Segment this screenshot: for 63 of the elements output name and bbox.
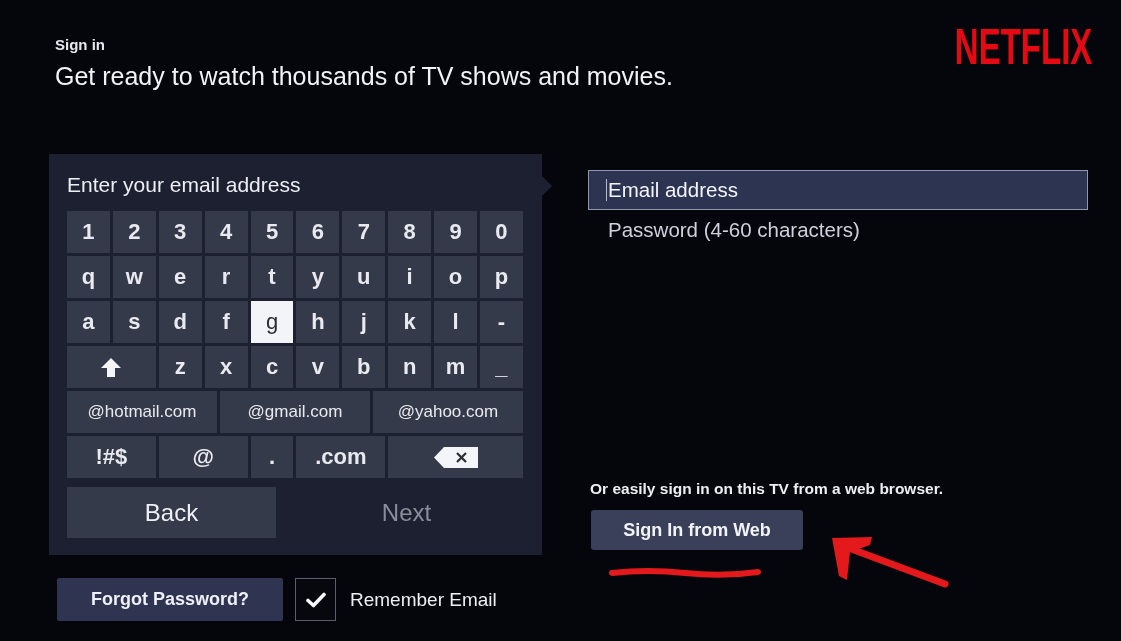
keyboard-key[interactable]: . [250, 436, 294, 478]
keyboard-title: Enter your email address [67, 172, 301, 198]
keyboard-key[interactable]: o [434, 256, 477, 298]
brand-logo: NETFLIX [954, 27, 1092, 67]
keyboard-key[interactable]: d [158, 301, 202, 343]
keyboard-key[interactable]: a [67, 301, 110, 343]
keyboard-key[interactable]: j [342, 301, 386, 343]
input-field[interactable]: Password (4-60 characters) [588, 210, 1088, 250]
keyboard-key[interactable]: c [250, 346, 294, 388]
keyboard-key[interactable]: !#$ [67, 436, 156, 478]
keyboard-action-button[interactable]: Back [67, 487, 276, 538]
keyboard-key[interactable]: - [480, 301, 523, 343]
keyboard-key[interactable]: @ [158, 436, 248, 478]
keyboard-key[interactable]: s [112, 301, 156, 343]
keyboard-key[interactable]: i [388, 256, 432, 298]
keyboard-key[interactable]: f [204, 301, 248, 343]
keyboard-key[interactable]: @yahoo.com [372, 391, 523, 433]
backspace-icon [433, 446, 478, 468]
web-sign-in-text: Or easily sign in on this TV from a web browser. [590, 480, 944, 498]
checkmark-icon [305, 591, 326, 608]
keyboard-key[interactable]: _ [480, 346, 523, 388]
keyboard-key[interactable]: 2 [112, 211, 156, 253]
keyboard-key[interactable]: 8 [388, 211, 432, 253]
keyboard-key[interactable]: e [158, 256, 202, 298]
keyboard-key[interactable]: z [158, 346, 202, 388]
keyboard-key[interactable]: y [296, 256, 340, 298]
forgot-password-button[interactable]: Forgot Password? [57, 578, 283, 621]
keyboard-key[interactable]: 5 [250, 211, 294, 253]
text-cursor-icon [606, 179, 607, 201]
keyboard-key[interactable]: r [204, 256, 248, 298]
page-heading: Get ready to watch thousands of TV shows and movies. [55, 62, 673, 90]
keyboard-key[interactable]: 9 [434, 211, 477, 253]
keyboard-key[interactable]: l [434, 301, 477, 343]
keyboard-key[interactable]: 4 [204, 211, 248, 253]
keyboard-key[interactable]: .com [296, 436, 386, 478]
keyboard-key[interactable]: 7 [342, 211, 386, 253]
keyboard-key[interactable]: 6 [296, 211, 340, 253]
keyboard-key[interactable]: p [480, 256, 523, 298]
checkbox[interactable] [295, 578, 336, 621]
keyboard-key[interactable]: @gmail.com [220, 391, 370, 433]
keyboard-key[interactable]: q [67, 256, 110, 298]
keyboard-key[interactable]: w [112, 256, 156, 298]
keyboard-key[interactable]: n [388, 346, 432, 388]
keyboard-key[interactable]: m [434, 346, 478, 388]
remember-email-label: Remember Email [350, 588, 497, 611]
keyboard-key[interactable]: 3 [158, 211, 202, 253]
shift-key[interactable] [67, 346, 156, 388]
keyboard-key[interactable]: h [296, 301, 340, 343]
shift-icon [101, 357, 122, 377]
sign-in-from-web-button[interactable]: Sign In from Web [591, 510, 803, 550]
keyboard-key[interactable]: @hotmail.com [67, 391, 217, 433]
page-subtitle: Sign in [55, 36, 105, 54]
keyboard-key[interactable]: x [204, 346, 248, 388]
input-field[interactable]: Email address [588, 170, 1088, 210]
keyboard-key[interactable]: t [250, 256, 294, 298]
keyboard-key[interactable]: g [250, 301, 294, 343]
keyboard-key[interactable]: k [388, 301, 432, 343]
keyboard-key[interactable]: v [296, 346, 340, 388]
keyboard-key[interactable]: b [342, 346, 386, 388]
backspace-key[interactable] [388, 436, 523, 478]
keyboard-key[interactable]: 0 [480, 211, 523, 253]
keyboard-key[interactable]: 1 [67, 211, 110, 253]
keyboard-key[interactable]: u [342, 256, 386, 298]
